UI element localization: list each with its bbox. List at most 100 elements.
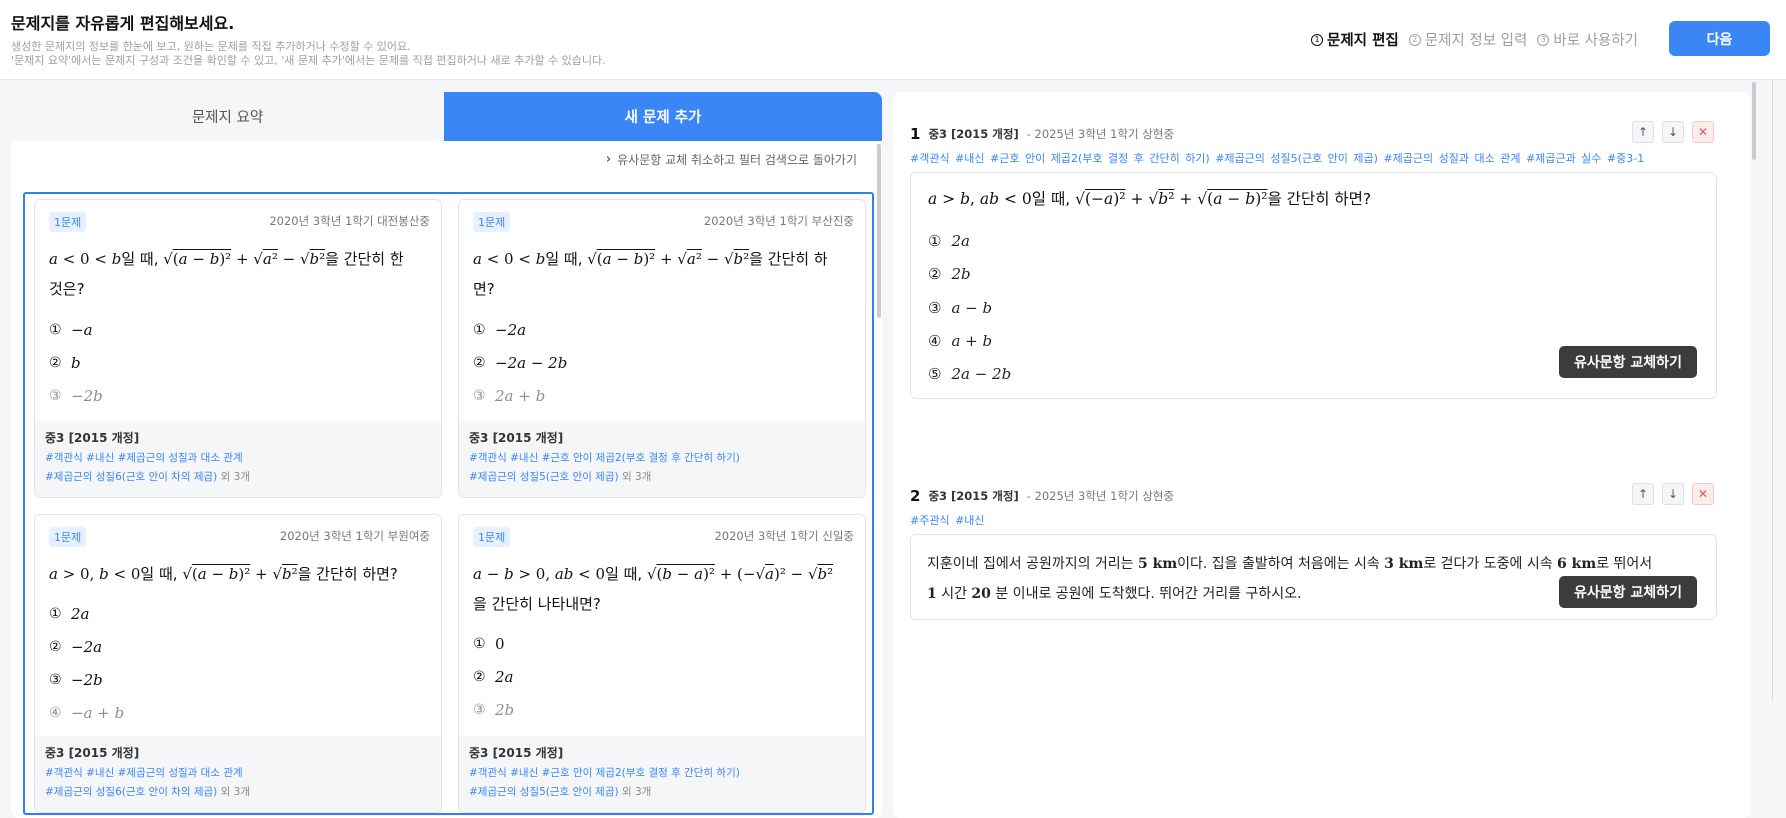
replace-similar-button[interactable]: 유사문항 교체하기	[1559, 346, 1697, 378]
question-source: 2020년 3학년 1학기 부원여중	[279, 529, 430, 543]
back-to-filter-link[interactable]: › 유사문항 교체 취소하고 필터 검색으로 돌아가기	[606, 151, 857, 168]
question-tags: #객관식 #내신 #근호 안이 제곱2(부호 결정 후 간단히 하기)	[469, 452, 740, 464]
choice-item: ②b	[49, 353, 81, 372]
choice-item: ① 2a	[49, 604, 90, 623]
question-count-badge: 1문제	[473, 527, 511, 547]
choice-item: ①0	[473, 634, 505, 653]
question-source: 2020년 3학년 1학기 대전봉산중	[269, 214, 430, 228]
question-meta: 중3 [2015 개정] #객관식 #내신 #제곱근의 성질과 대소 관계 #제…	[35, 736, 441, 812]
question-source: 2020년 3학년 1학기 신일중	[714, 529, 854, 543]
item-number: 2	[910, 487, 921, 505]
tab-add-question[interactable]: 새 문제 추가	[444, 92, 882, 141]
choice-list: ①0 ② 2a ③ 2b	[473, 627, 514, 726]
similar-question-grid: 1문제 2020년 3학년 1학기 대전봉산중 a < 0 < b일 때, √(…	[23, 192, 874, 815]
step-number-icon: 2	[1408, 33, 1421, 46]
question-tail: 을 간단히 하면?	[1267, 190, 1372, 208]
step-use[interactable]: 3 바로 사용하기	[1537, 29, 1638, 50]
replace-similar-button[interactable]: 유사문항 교체하기	[1559, 576, 1697, 608]
question-tail: 을 간단히 하	[749, 250, 828, 268]
arrow-up-icon[interactable]: ↑	[1632, 121, 1654, 143]
item-grade: 중3 [2015 개정]	[928, 489, 1019, 503]
question-tags-2: #제곱근의 성질5(근호 안이 제곱) 외 3개	[469, 786, 652, 798]
question-tags-2: #제곱근의 성질6(근호 안이 차의 제곱) 외 3개	[45, 471, 250, 483]
choice-item: ② 2b	[928, 265, 971, 283]
question-text: a < 0 < b일 때, √(a − b)² + √a² − √b²을 간단히…	[49, 250, 404, 298]
right-scrollbar[interactable]	[1752, 82, 1756, 160]
close-icon[interactable]: ✕	[1692, 483, 1714, 505]
item-grade: 중3 [2015 개정]	[928, 127, 1019, 141]
step-edit[interactable]: 1 문제지 편집	[1311, 29, 1399, 50]
choice-item: ② −2a	[49, 637, 103, 656]
question-card[interactable]: 1문제 2020년 3학년 1학기 부원여중 a > 0, b < 0일 때, …	[34, 514, 442, 813]
question-grade: 중3 [2015 개정]	[45, 746, 140, 760]
question-tail: 을 간단히 나타내면?	[473, 595, 601, 613]
choice-item: ② 2a	[473, 667, 514, 686]
step-indicator: 1 문제지 편집 2 문제지 정보 입력 3 바로 사용하기	[1311, 29, 1638, 50]
question-tags: #객관식 #내신 #근호 안이 제곱2(부호 결정 후 간단히 하기)	[469, 767, 740, 779]
item-number: 1	[910, 125, 921, 143]
arrow-up-icon[interactable]: ↑	[1632, 483, 1654, 505]
page-title: 문제지를 자유롭게 편집해보세요.	[11, 14, 235, 33]
item-controls: ↑ ↓ ✕	[1632, 121, 1714, 143]
question-card[interactable]: 1문제 2020년 3학년 1학기 신일중 a − b > 0, ab < 0일…	[458, 514, 866, 813]
choice-item: ③ 2a + b	[473, 386, 546, 405]
question-tags-2: #제곱근의 성질6(근호 안이 차의 제곱) 외 3개	[45, 786, 250, 798]
question-grade: 중3 [2015 개정]	[45, 431, 140, 445]
choice-item: ③a − b	[928, 299, 993, 317]
question-tail: 을 간단히 한	[325, 250, 404, 268]
arrow-down-icon[interactable]: ↓	[1662, 121, 1684, 143]
question-tail-2: 것은?	[49, 280, 85, 298]
close-icon[interactable]: ✕	[1692, 121, 1714, 143]
question-item-1[interactable]: a > b, ab < 0일 때, √(−a)² + √b² + √(a − b…	[910, 172, 1717, 399]
step-label: 문제지 편집	[1327, 33, 1399, 49]
question-text: a < 0 < b일 때, √(a − b)² + √a² − √b²을 간단히…	[473, 250, 828, 298]
question-meta: 중3 [2015 개정] #객관식 #내신 #근호 안이 제곱2(부호 결정 후…	[459, 736, 865, 812]
choice-item: ① 2a	[928, 232, 970, 250]
choice-item: ① −a	[49, 320, 93, 339]
choice-list: ① 2a ② −2a ③ −2b ④ −a + b	[49, 597, 124, 729]
step-label: 바로 사용하기	[1553, 33, 1639, 49]
step-info[interactable]: 2 문제지 정보 입력	[1408, 29, 1527, 50]
tab-bar: 문제지 요약 새 문제 추가	[11, 92, 882, 141]
question-meta: 중3 [2015 개정] #객관식 #내신 #제곱근의 성질과 대소 관계 #제…	[35, 421, 441, 497]
question-text: a > b, ab < 0일 때, √(−a)² + √b² + √(a − b…	[928, 190, 1372, 208]
question-tail-2: 면?	[473, 280, 495, 298]
choice-item: ② −2a − 2b	[473, 353, 568, 372]
question-tags: #객관식 #내신 #제곱근의 성질과 대소 관계	[45, 767, 243, 779]
item-source: - 2025년 3학년 1학기 상현중	[1026, 127, 1175, 141]
question-count-badge: 1문제	[473, 212, 511, 232]
page-header: 문제지를 자유롭게 편집해보세요. 생성한 문제지의 정보를 한눈에 보고, 원…	[0, 0, 1786, 80]
left-panel: 문제지 요약 새 문제 추가 › 유사문항 교체 취소하고 필터 검색으로 돌아…	[11, 92, 882, 818]
choice-item: ① −2a	[473, 320, 527, 339]
question-grade: 중3 [2015 개정]	[469, 746, 564, 760]
item-tags: #객관식 #내신 #근호 안이 제곱2(부호 결정 후 간단히 하기) #제곱근…	[910, 152, 1645, 165]
step-number-icon: 3	[1537, 33, 1550, 46]
question-card[interactable]: 1문제 2020년 3학년 1학기 부산진중 a < 0 < b일 때, √(a…	[458, 199, 866, 498]
choice-list: ① −2a ② −2a − 2b ③ 2a + b	[473, 313, 567, 412]
question-meta: 중3 [2015 개정] #객관식 #내신 #근호 안이 제곱2(부호 결정 후…	[459, 421, 865, 497]
question-grade: 중3 [2015 개정]	[469, 431, 564, 445]
question-tail: 을 간단히 하면?	[297, 565, 398, 583]
next-button[interactable]: 다음	[1669, 21, 1770, 56]
arrow-down-icon[interactable]: ↓	[1662, 483, 1684, 505]
choice-list: ① −a ②b ③ −2b	[49, 313, 103, 412]
question-text: a > 0, b < 0일 때, √(a − b)² + √b²을 간단히 하면…	[49, 565, 398, 583]
question-card[interactable]: 1문제 2020년 3학년 1학기 대전봉산중 a < 0 < b일 때, √(…	[34, 199, 442, 498]
chevron-right-icon: ›	[605, 152, 612, 167]
choice-item: ⑤ 2a − 2b	[928, 365, 1012, 383]
choice-item: ③ −2b	[49, 386, 103, 405]
page-scroll-track	[1772, 80, 1773, 700]
question-tags-2: #제곱근의 성질5(근호 안이 제곱) 외 3개	[469, 471, 652, 483]
question-count-badge: 1문제	[49, 212, 87, 232]
left-scrollbar[interactable]	[877, 144, 881, 318]
step-number-icon: 1	[1311, 33, 1323, 46]
question-item-2[interactable]: 지훈이네 집에서 공원까지의 거리는 5 km이다. 집을 출발하여 처음에는 …	[910, 534, 1717, 620]
question-count-badge: 1문제	[49, 527, 87, 547]
question-source: 2020년 3학년 1학기 부산진중	[703, 214, 854, 228]
item-source: - 2025년 3학년 1학기 상현중	[1026, 489, 1175, 503]
question-tags: #객관식 #내신 #제곱근의 성질과 대소 관계	[45, 452, 243, 464]
choice-item: ④ −a + b	[49, 703, 125, 722]
tab-summary[interactable]: 문제지 요약	[11, 92, 444, 141]
back-link-label: 유사문항 교체 취소하고 필터 검색으로 돌아가기	[617, 153, 857, 167]
choice-item: ③ 2b	[473, 700, 515, 719]
